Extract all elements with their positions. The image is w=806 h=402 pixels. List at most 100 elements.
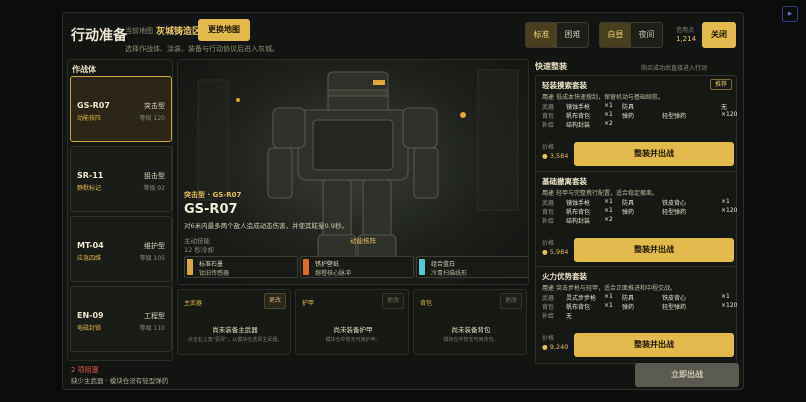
usage-text: 轻甲与完整携行配置，适合稳定撤离。 [555, 190, 658, 197]
equip-and-deploy-button[interactable]: 整装并出战 [574, 238, 734, 262]
slot-hint: 点击右上角"更改"，从模块仓选择主武器。 [187, 337, 283, 343]
mech-id: SR-11 [77, 171, 104, 180]
mech-tag: 突击型 · GS-R07 [184, 191, 242, 199]
row-category: 武器 [542, 104, 555, 111]
difficulty-toggle: 标准 困难 [525, 22, 589, 48]
mech-level: 等级 120 [139, 115, 165, 122]
row-category: 武器 [542, 200, 555, 207]
row-item: 结构封装 [566, 122, 591, 129]
paint-swatch [187, 259, 193, 275]
paint-option-3[interactable]: 组合蓝白 冷青扫描线形 [416, 256, 528, 278]
change-backpack-button[interactable]: 更改 [500, 293, 522, 309]
deploy-now-button[interactable]: 立即出战 [635, 363, 739, 387]
loadout-usage: 用途 轻甲与完整携行配置，适合稳定撤离。 [542, 188, 658, 197]
paint-title: 标准石墨 [199, 261, 224, 268]
mech-card-mt-04[interactable]: MT-04 应急四维 维护型 等级 105 [70, 216, 172, 282]
paint-option-2[interactable]: 锈护壁纸 熔橙核心脉冲 [300, 256, 414, 278]
price-label: 价格 [542, 240, 555, 247]
mech-skill: 应急四维 [77, 255, 102, 262]
row-qty: ×1 [604, 207, 613, 214]
difficulty-hard-button[interactable]: 困难 [557, 23, 588, 47]
mech-list-panel: 作战体 GS-R07 动能核阵 突击型 等级 120 SR-11 静默标记 狙击… [67, 59, 173, 361]
blocker-count: 2 项阻塞 [71, 366, 99, 374]
row-item: 镜蚀手枪 [566, 200, 591, 207]
price-value: ● 9,240 [542, 343, 569, 351]
usage-text: 突击步枪与轻甲，适合正面推进和中程交战。 [555, 285, 676, 292]
mech-role: 维护型 [144, 242, 165, 250]
change-map-button[interactable]: 更换地图 [198, 19, 250, 41]
mech-level: 等级 110 [139, 325, 165, 332]
time-day-button[interactable]: 白昼 [600, 23, 631, 47]
paint-sub: 冷青扫描线形 [431, 270, 468, 277]
corner-toggle-icon[interactable]: ▸ [782, 6, 798, 22]
time-night-button[interactable]: 夜间 [631, 23, 662, 47]
row-item-2: 铁皮背心 [662, 200, 687, 207]
slot-armor: 护甲 更改 尚未装备护甲 模块仓中暂无可用护甲。 [295, 289, 409, 355]
mech-id: MT-04 [77, 241, 104, 250]
mech-id: GS-R07 [77, 101, 110, 110]
row-item-2: 轻型弹药 [662, 113, 687, 120]
paint-option-1[interactable]: 标准石墨 钛旧传感器 [184, 256, 298, 278]
row-qty: ×2 [604, 216, 613, 223]
row-category-2: 防具 [622, 295, 635, 302]
change-primary-weapon-button[interactable]: 更改 [264, 293, 286, 309]
row-item: 结构封装 [566, 218, 591, 225]
mech-card-en-09[interactable]: EN-09 电磁封锁 工程型 等级 110 [70, 286, 172, 352]
mech-skill: 静默标记 [77, 185, 102, 192]
equip-and-deploy-button[interactable]: 整装并出战 [574, 333, 734, 357]
slot-empty-name: 尚未装备护甲 [333, 326, 373, 334]
slot-label: 背包 [420, 300, 433, 307]
usage-label: 用途 [542, 94, 555, 101]
blocker-description: 缺少主武器 · 模块仓没有轻型弹药 [71, 377, 169, 385]
row-qty: ×2 [604, 120, 613, 127]
change-armor-button[interactable]: 更改 [382, 293, 404, 309]
page-title: 行动准备 [71, 28, 127, 44]
current-map-name: 灰城铸造区 [156, 27, 202, 37]
row-item: 帆布背包 [566, 304, 591, 311]
mech-card-sr-11[interactable]: SR-11 静默标记 狙击型 等级 92 [70, 146, 172, 212]
row-qty: ×1 [604, 198, 613, 205]
mech-role: 狙击型 [144, 172, 165, 180]
slot-label: 护甲 [302, 300, 315, 307]
credit-value: 1,214 [676, 35, 697, 43]
mech-illustration [197, 69, 519, 266]
operation-prep-panel: 行动准备 当前地图 灰城铸造区 更换地图 选择作战体、涂装、装备与行动协议后进入… [62, 12, 744, 390]
price-value: ● 5,984 [542, 248, 569, 256]
slot-empty-name: 尚未装备背包 [451, 326, 491, 334]
mech-preview-panel: 突击型 · GS-R07 GS-R07 对6米内最多两个敌人造成动态伤害，并使其… [177, 59, 529, 285]
mech-card-gs-r07[interactable]: GS-R07 动能核阵 突击型 等级 120 [70, 76, 172, 142]
loadout-usage: 用途 低成本快速搜刮，保留机动与基础续航。 [542, 92, 664, 101]
slot-label: 主武器 [184, 300, 203, 307]
credit-label: 信用点 [676, 27, 695, 34]
row-qty: ×1 [604, 111, 613, 118]
row-category: 背包 [542, 304, 555, 311]
difficulty-standard-button[interactable]: 标准 [526, 23, 557, 47]
row-category: 背包 [542, 113, 555, 120]
equip-and-deploy-button[interactable]: 整装并出战 [574, 142, 734, 166]
price-label: 价格 [542, 144, 555, 151]
mech-role: 工程型 [144, 312, 165, 320]
usage-label: 用途 [542, 285, 555, 292]
slot-hint: 模块仓中暂无可用背包。 [443, 337, 499, 343]
price-value: ● 3,584 [542, 152, 569, 160]
row-qty-2: ×1 [721, 293, 730, 300]
row-category-2: 防具 [622, 104, 635, 111]
close-button[interactable]: 关闭 [702, 22, 736, 48]
mech-skill: 动能核阵 [77, 115, 102, 122]
row-item-2: 轻型弹药 [662, 304, 687, 311]
row-qty-2: ×120 [721, 111, 738, 118]
slot-hint: 模块仓中暂无可用护甲。 [325, 337, 381, 343]
loadout-usage: 用途 突击步枪与轻甲，适合正面推进和中程交战。 [542, 283, 676, 292]
row-item: 帆布背包 [566, 209, 591, 216]
row-qty-2: 无 [721, 104, 728, 111]
mech-list-title: 作战体 [72, 65, 96, 74]
slot-backpack: 背包 更改 尚未装备背包 模块仓中暂无可用背包。 [413, 289, 527, 355]
page-subtitle: 选择作战体、涂装、装备与行动协议后进入灰城。 [125, 45, 279, 53]
row-item: 灵式步步枪 [566, 295, 597, 302]
mech-role: 突击型 [144, 102, 165, 110]
row-category-2: 弹药 [622, 304, 635, 311]
paint-sub: 钛旧传感器 [199, 270, 230, 277]
loadout-card: 轻装摸索套装 推荐 用途 低成本快速搜刮，保留机动与基础续航。 武器 镜蚀手枪 ×1 防具 无… [535, 75, 737, 173]
row-qty: ×1 [604, 102, 613, 109]
row-item-2: 轻型弹药 [662, 209, 687, 216]
